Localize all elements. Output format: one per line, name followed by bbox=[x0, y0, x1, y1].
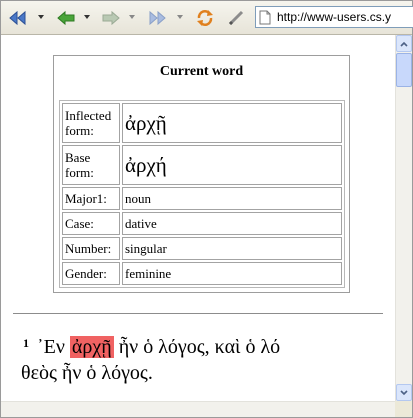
greek-verse: 1 ᾿Εν ἀρχῇ ἦν ὁ λόγος, καὶ ὁ λό θεὸς ἦν ὁ… bbox=[21, 329, 395, 384]
row-label: Inflected form: bbox=[62, 103, 120, 143]
page-icon bbox=[259, 9, 273, 25]
verse-text[interactable]: ἦν ὁ λόγος, καὶ ὁ λό bbox=[119, 336, 280, 358]
rewind-icon[interactable] bbox=[6, 7, 28, 29]
number-value: singular bbox=[122, 237, 342, 260]
verse-number: 1 bbox=[23, 336, 29, 350]
inflected-form-value: ἀρχῇ bbox=[122, 103, 342, 143]
current-word-title: Current word bbox=[159, 64, 244, 79]
current-word-panel: Current word Inflected form: ἀρχῇ Base f… bbox=[53, 55, 350, 293]
fast-forward-dropdown-icon[interactable] bbox=[176, 13, 184, 21]
forward-arrow-icon[interactable] bbox=[100, 7, 122, 29]
page-content: Current word Inflected form: ἀρχῇ Base f… bbox=[1, 35, 395, 401]
vertical-scrollbar[interactable] bbox=[395, 35, 412, 401]
table-row: Base form: ἀρχή bbox=[62, 145, 342, 185]
verse-line-2[interactable]: θεὸς ἦν ὁ λόγος. bbox=[21, 359, 153, 387]
pen-icon[interactable] bbox=[225, 7, 247, 29]
table-row: Case: dative bbox=[62, 212, 342, 235]
case-value: dative bbox=[122, 212, 342, 235]
table-row: Gender: feminine bbox=[62, 262, 342, 285]
browser-toolbar: http://www-users.cs.y bbox=[1, 1, 413, 35]
row-label: Base form: bbox=[62, 145, 120, 185]
row-label: Case: bbox=[62, 212, 120, 235]
row-label: Gender: bbox=[62, 262, 120, 285]
table-row: Number: singular bbox=[62, 237, 342, 260]
rewind-dropdown-icon[interactable] bbox=[37, 13, 45, 21]
scrollbar-thumb[interactable] bbox=[396, 53, 412, 87]
horizontal-divider bbox=[13, 313, 383, 314]
scroll-up-button[interactable] bbox=[396, 35, 412, 52]
fast-forward-icon[interactable] bbox=[147, 7, 169, 29]
major-value: noun bbox=[122, 187, 342, 210]
horizontal-scrollbar[interactable] bbox=[1, 401, 395, 417]
gender-value: feminine bbox=[122, 262, 342, 285]
forward-dropdown-icon[interactable] bbox=[128, 13, 136, 21]
address-url[interactable]: http://www-users.cs.y bbox=[277, 10, 391, 24]
word-details-table: Inflected form: ἀρχῇ Base form: ἀρχή Maj… bbox=[59, 100, 345, 288]
highlighted-word[interactable]: ἀρχῇ bbox=[69, 336, 114, 358]
table-row: Inflected form: ἀρχῇ bbox=[62, 103, 342, 143]
reload-icon[interactable] bbox=[194, 7, 216, 29]
back-dropdown-icon[interactable] bbox=[83, 13, 91, 21]
base-form-value: ἀρχή bbox=[122, 145, 342, 185]
scroll-down-button[interactable] bbox=[396, 384, 412, 401]
address-bar[interactable]: http://www-users.cs.y bbox=[255, 6, 413, 28]
scrollbar-corner bbox=[395, 401, 412, 417]
back-arrow-icon[interactable] bbox=[55, 7, 77, 29]
table-row: Major1: noun bbox=[62, 187, 342, 210]
row-label: Number: bbox=[62, 237, 120, 260]
verse-word[interactable]: ᾿Εν bbox=[37, 336, 65, 358]
row-label: Major1: bbox=[62, 187, 120, 210]
browser-window: http://www-users.cs.y Current word Infle… bbox=[0, 0, 413, 418]
